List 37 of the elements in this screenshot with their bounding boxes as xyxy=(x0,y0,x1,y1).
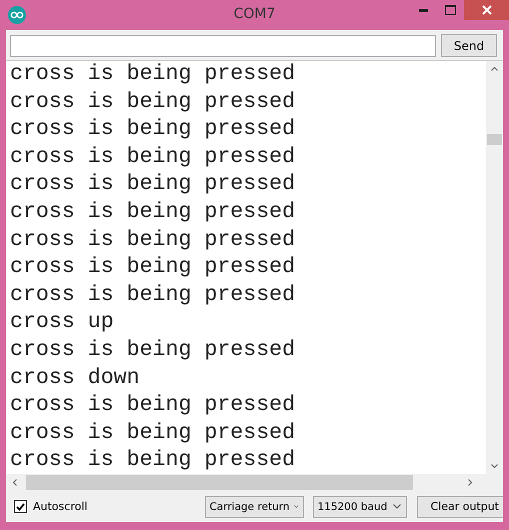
output-line: cross is being pressed xyxy=(10,254,296,282)
send-button[interactable]: Send xyxy=(441,34,497,57)
output-line: cross is being pressed xyxy=(10,61,296,88)
output-line: cross down xyxy=(10,364,141,392)
caret-icon xyxy=(393,504,402,509)
autoscroll-checkbox[interactable] xyxy=(14,500,27,513)
up-chevron-icon xyxy=(491,67,498,71)
baud-rate-dropdown[interactable]: 115200 baud xyxy=(313,496,408,518)
clear-output-button[interactable]: Clear output xyxy=(417,496,503,518)
line-ending-dropdown[interactable]: Carriage return xyxy=(205,496,304,518)
output-line: cross is being pressed xyxy=(10,116,296,144)
window-title: COM7 xyxy=(234,6,276,22)
close-icon xyxy=(482,5,492,15)
right-chevron-icon xyxy=(468,479,472,486)
checkmark-icon xyxy=(16,502,25,510)
output-line: cross is being pressed xyxy=(10,144,296,171)
left-chevron-icon xyxy=(13,479,17,486)
output-line: cross is being pressed xyxy=(10,282,296,309)
output-line: cross is being pressed xyxy=(10,226,296,254)
app-logo-icon xyxy=(8,6,26,24)
output-line: cross is being pressed xyxy=(10,171,296,198)
input-field[interactable] xyxy=(10,34,436,56)
down-chevron-icon xyxy=(491,464,498,468)
output-line: cross is being pressed xyxy=(10,392,296,420)
output-line: cross is being pressed xyxy=(10,198,296,226)
output-line: cross is being pressed xyxy=(10,447,296,474)
scrollbar-thumb[interactable] xyxy=(487,134,502,145)
output-line: cross is being pressed xyxy=(10,88,296,116)
minimize-icon xyxy=(419,8,428,12)
output-line: cross is being pressed xyxy=(10,420,296,447)
output-line: cross is being pressed xyxy=(10,336,296,364)
caret-icon xyxy=(294,504,298,509)
scrollbar-thumb[interactable] xyxy=(26,475,413,490)
close-button[interactable] xyxy=(464,0,509,20)
maximize-icon xyxy=(445,5,456,15)
output-line: cross up xyxy=(10,309,115,336)
autoscroll-label: Autoscroll xyxy=(33,500,88,513)
